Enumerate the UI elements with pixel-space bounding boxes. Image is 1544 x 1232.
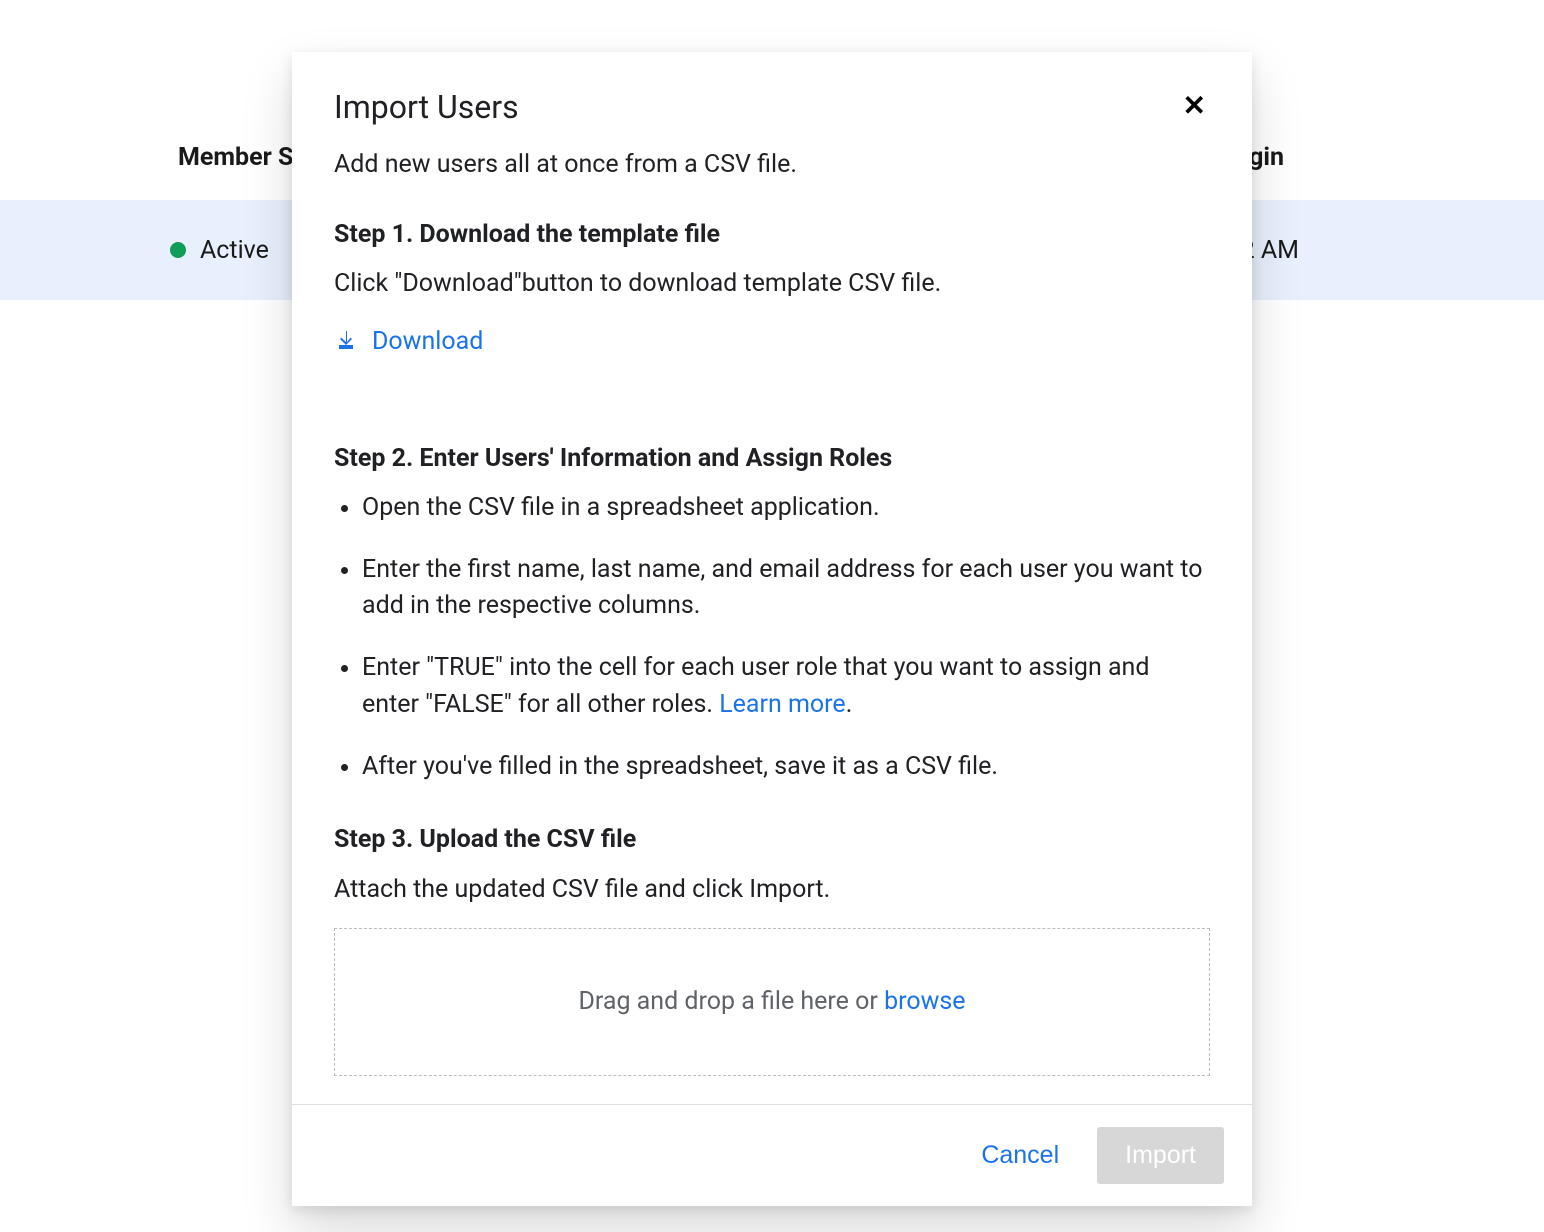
step-1-title: Step 1. Download the template file bbox=[334, 216, 1210, 254]
download-icon bbox=[334, 329, 358, 353]
list-item: After you've filled in the spreadsheet, … bbox=[362, 749, 1210, 785]
close-icon: ✕ bbox=[1183, 90, 1206, 121]
step-2-title: Step 2. Enter Users' Information and Ass… bbox=[334, 440, 1210, 478]
list-item-suffix: . bbox=[846, 690, 853, 719]
step-2-list: Open the CSV file in a spreadsheet appli… bbox=[334, 490, 1210, 786]
step-1-description: Click "Download"button to download templ… bbox=[334, 265, 1210, 303]
step-3-title: Step 3. Upload the CSV file bbox=[334, 821, 1210, 859]
list-item: Enter the first name, last name, and ema… bbox=[362, 552, 1210, 625]
cancel-button[interactable]: Cancel bbox=[965, 1129, 1075, 1182]
list-item: Open the CSV file in a spreadsheet appli… bbox=[362, 490, 1210, 526]
modal-title: Import Users bbox=[334, 88, 519, 126]
modal-subtitle: Add new users all at once from a CSV fil… bbox=[334, 146, 1210, 184]
download-label: Download bbox=[372, 323, 483, 361]
cell-member-status: Active bbox=[0, 236, 269, 265]
browse-link[interactable]: browse bbox=[884, 987, 965, 1016]
modal-body: Add new users all at once from a CSV fil… bbox=[292, 138, 1252, 1104]
column-member-status: Member S bbox=[0, 143, 293, 200]
modal-header: Import Users ✕ bbox=[292, 52, 1252, 138]
dropzone-text: Drag and drop a file here or bbox=[578, 987, 884, 1016]
list-item: Enter "TRUE" into the cell for each user… bbox=[362, 650, 1210, 723]
import-button[interactable]: Import bbox=[1097, 1127, 1224, 1184]
step-1: Step 1. Download the template file Click… bbox=[334, 216, 1210, 405]
learn-more-link[interactable]: Learn more bbox=[719, 690, 845, 719]
close-button[interactable]: ✕ bbox=[1179, 88, 1210, 124]
status-label: Active bbox=[200, 236, 269, 265]
download-template-link[interactable]: Download bbox=[334, 323, 483, 361]
step-3-description: Attach the updated CSV file and click Im… bbox=[334, 871, 1210, 909]
step-3: Step 3. Upload the CSV file Attach the u… bbox=[334, 821, 1210, 1076]
status-dot-icon bbox=[170, 242, 186, 258]
modal-footer: Cancel Import bbox=[292, 1104, 1252, 1206]
file-dropzone[interactable]: Drag and drop a file here or browse bbox=[334, 928, 1210, 1076]
step-2: Step 2. Enter Users' Information and Ass… bbox=[334, 440, 1210, 785]
import-users-modal: Import Users ✕ Add new users all at once… bbox=[292, 52, 1252, 1206]
